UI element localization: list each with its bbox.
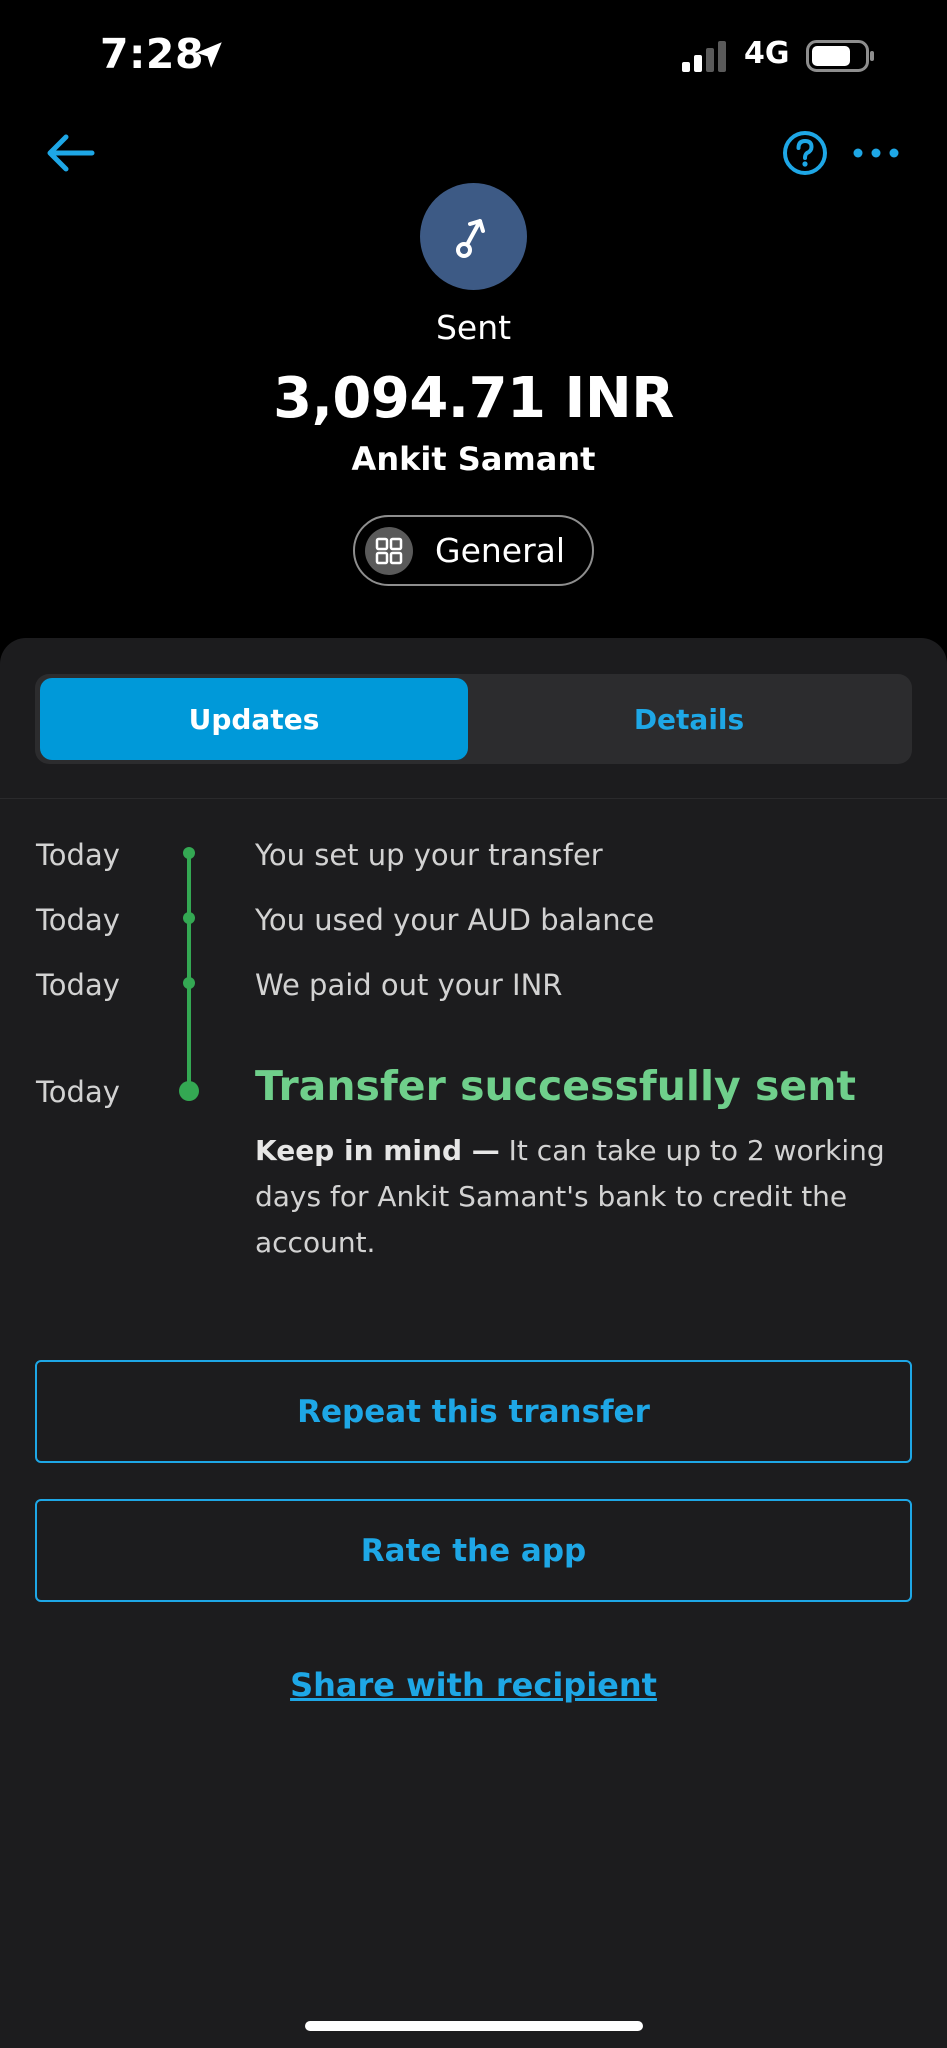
timeline-date: Today <box>36 838 120 872</box>
keep-in-mind-label: Keep in mind — <box>255 1134 500 1167</box>
timeline-date: Today <box>36 903 120 937</box>
category-button[interactable]: General <box>353 515 594 586</box>
timeline-line <box>187 853 191 1091</box>
transfer-card: Updates Details Today You set up your tr… <box>0 638 947 2048</box>
back-arrow-icon[interactable] <box>40 128 100 178</box>
share-with-recipient-link[interactable]: Share with recipient <box>0 1666 947 1704</box>
status-bar: 7:28 4G <box>0 0 947 110</box>
divider <box>0 798 947 799</box>
recipient-name: Ankit Samant <box>351 440 596 478</box>
category-label: General <box>435 531 566 570</box>
transfer-status-label: Sent <box>435 308 512 347</box>
timeline-dot <box>179 1081 199 1101</box>
status-time: 7:28 <box>100 30 204 78</box>
home-indicator[interactable] <box>305 2021 643 2031</box>
transfer-success-title: Transfer successfully sent <box>255 1062 857 1110</box>
more-icon[interactable] <box>852 140 900 166</box>
timeline-event: We paid out your INR <box>255 968 563 1002</box>
tab-bar: Updates Details <box>35 674 912 764</box>
category-grid-icon <box>365 527 413 575</box>
location-arrow-icon <box>196 42 222 68</box>
send-arrow-icon <box>456 219 485 258</box>
transfer-avatar <box>420 183 527 290</box>
timeline-dot <box>183 847 195 859</box>
tab-updates[interactable]: Updates <box>40 678 468 760</box>
timeline-date: Today <box>36 1075 120 1109</box>
timeline-date: Today <box>36 968 120 1002</box>
transfer-amount: 3,094.71 INR <box>273 366 674 431</box>
timeline-event: You set up your transfer <box>255 838 603 872</box>
keep-in-mind-note: Keep in mind — It can take up to 2 worki… <box>255 1128 895 1266</box>
timeline-dot <box>183 977 195 989</box>
timeline-dot <box>183 912 195 924</box>
tab-details[interactable]: Details <box>471 678 907 760</box>
repeat-transfer-button[interactable]: Repeat this transfer <box>35 1360 912 1463</box>
help-icon[interactable] <box>782 130 828 176</box>
battery-icon <box>806 40 874 72</box>
network-type: 4G <box>744 36 790 71</box>
timeline-event: You used your AUD balance <box>255 903 655 937</box>
rate-app-button[interactable]: Rate the app <box>35 1499 912 1602</box>
signal-icon <box>682 41 726 72</box>
